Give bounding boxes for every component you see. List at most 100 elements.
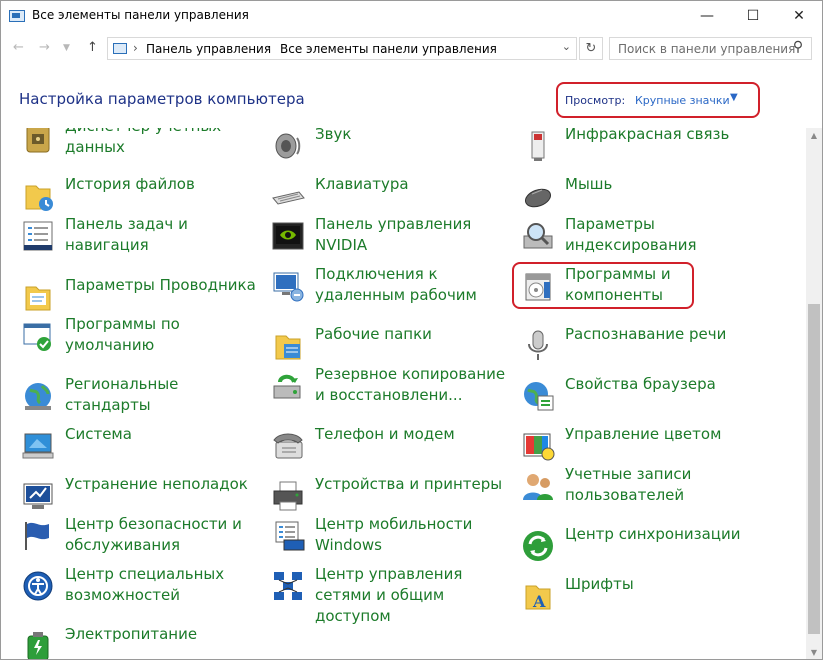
item-infrared[interactable]: Инфракрасная связь (520, 128, 760, 170)
item-region[interactable]: Региональные стандарты (20, 374, 260, 420)
vertical-scrollbar[interactable]: ▲ ▼ (806, 128, 822, 659)
item-label: История файлов (65, 175, 195, 193)
item-system[interactable]: Система (20, 424, 260, 470)
address-bar[interactable]: › Панель управления › Все элементы панел… (107, 37, 577, 60)
search-input[interactable]: Поиск в панели управления ⚲ (609, 37, 812, 60)
scroll-up-icon[interactable]: ▲ (806, 128, 822, 144)
item-phone-modem[interactable]: Телефон и модем (270, 424, 510, 470)
item-taskbar[interactable]: Панель задач и навигация (20, 214, 260, 260)
close-button[interactable]: ✕ (776, 1, 822, 32)
recent-dropdown-icon[interactable]: ▼ (63, 43, 70, 53)
nvidia-icon (270, 218, 306, 254)
credential-manager-icon (20, 128, 56, 156)
item-label: Параметры индексирования (565, 215, 697, 254)
item-sync-center[interactable]: Центр синхронизации (520, 524, 760, 570)
item-label: Программы по умолчанию (65, 315, 180, 354)
item-label: Клавиатура (315, 175, 409, 193)
item-label: Диспетчер учетных данных (65, 128, 221, 156)
item-internet-options[interactable]: Свойства браузера (520, 374, 760, 420)
item-mobility-center[interactable]: Центр мобильности Windows (270, 514, 510, 560)
network-center-icon (270, 568, 306, 604)
item-label: Инфракрасная связь (565, 128, 730, 143)
region-icon (20, 378, 56, 414)
svg-text:A: A (532, 592, 546, 611)
title-bar: Все элементы панели управления — ☐ ✕ (1, 1, 822, 32)
file-history-icon (20, 178, 56, 214)
item-credential-manager[interactable]: Диспетчер учетных данных (20, 128, 260, 162)
item-user-accounts[interactable]: Учетные записи пользователей (520, 464, 760, 510)
item-label: Подключения к удаленным рабочим (315, 265, 477, 304)
scroll-down-icon[interactable]: ▼ (806, 645, 822, 659)
infrared-icon (520, 128, 556, 164)
power-options-icon (20, 628, 56, 659)
item-label: Региональные стандарты (65, 375, 179, 414)
mouse-icon (520, 178, 556, 214)
ease-of-access-icon (20, 568, 56, 604)
item-indexing[interactable]: Параметры индексирования (520, 214, 760, 260)
item-power-options[interactable]: Электропитание (20, 624, 260, 659)
phone-modem-icon (270, 428, 306, 464)
items-grid: Диспетчер учетных данных История файлов … (1, 128, 806, 659)
indexing-icon (520, 218, 556, 254)
item-label: Центр управления сетями и общим доступом (315, 565, 463, 625)
up-icon[interactable]: ↑ (87, 40, 98, 55)
programs-highlight (512, 262, 694, 309)
view-selector-highlight: Просмотр: Крупные значки ▼ (556, 82, 760, 118)
item-remote-desktop[interactable]: Подключения к удаленным рабочим (270, 264, 510, 310)
breadcrumb-control-panel[interactable]: Панель управления (146, 42, 271, 56)
item-fonts[interactable]: A Шрифты (520, 574, 760, 620)
window-title: Все элементы панели управления (32, 8, 249, 22)
chevron-right-icon[interactable]: › (474, 41, 479, 55)
system-icon (20, 428, 56, 464)
control-panel-icon (113, 43, 127, 54)
remote-desktop-icon (270, 268, 306, 304)
work-folders-icon (270, 328, 306, 364)
item-label: Рабочие папки (315, 325, 432, 343)
item-label: Параметры Проводника (65, 276, 256, 294)
keyboard-icon (270, 178, 306, 214)
sync-center-icon (520, 528, 556, 564)
item-backup[interactable]: Резервное копирование и восстановлени... (270, 364, 510, 410)
item-label: Центр специальных возможностей (65, 565, 225, 604)
refresh-button[interactable]: ↻ (579, 37, 603, 60)
microphone-icon (520, 328, 556, 364)
mobility-center-icon (270, 518, 306, 554)
fonts-icon: A (520, 578, 556, 614)
item-nvidia[interactable]: Панель управления NVIDIA (270, 214, 510, 260)
minimize-button[interactable]: — (684, 1, 730, 32)
breadcrumb-all-items[interactable]: Все элементы панели управления (280, 42, 497, 56)
maximize-button[interactable]: ☐ (730, 1, 776, 32)
chevron-right-icon[interactable]: › (266, 41, 271, 55)
item-speech-recognition[interactable]: Распознавание речи (520, 324, 760, 370)
item-label: Центр мобильности Windows (315, 515, 473, 554)
scroll-thumb[interactable] (808, 304, 820, 634)
internet-options-icon (520, 378, 556, 414)
item-default-programs[interactable]: Программы по умолчанию (20, 314, 260, 360)
back-icon[interactable]: ← (13, 40, 24, 55)
item-label: Электропитание (65, 625, 198, 643)
item-security-center[interactable]: Центр безопасности и обслуживания (20, 514, 260, 560)
forward-icon[interactable]: → (39, 40, 50, 55)
item-label: Центр синхронизации (565, 525, 741, 543)
item-label: Панель задач и навигация (65, 215, 188, 254)
view-mode-dropdown[interactable]: Крупные значки (635, 94, 730, 107)
item-ease-of-access[interactable]: Центр специальных возможностей (20, 564, 260, 610)
control-panel-window: Все элементы панели управления — ☐ ✕ ← →… (0, 0, 823, 660)
item-label: Звук (315, 128, 352, 143)
search-icon[interactable]: ⚲ (789, 39, 807, 57)
item-label: Панель управления NVIDIA (315, 215, 472, 254)
control-panel-icon (9, 10, 25, 22)
chevron-right-icon[interactable]: › (133, 41, 138, 55)
item-sound[interactable]: Звук (270, 128, 510, 170)
caret-down-icon[interactable]: ▼ (730, 92, 738, 103)
printer-icon (270, 478, 306, 514)
chevron-down-icon[interactable]: ⌄ (562, 40, 571, 53)
search-placeholder: Поиск в панели управления (618, 42, 796, 56)
backup-icon (270, 368, 306, 404)
security-center-icon (20, 518, 56, 554)
user-accounts-icon (520, 468, 556, 504)
item-label: Шрифты (565, 575, 634, 593)
item-network-center[interactable]: Центр управления сетями и общим доступом (270, 564, 510, 625)
taskbar-icon (20, 218, 56, 254)
explorer-options-icon (20, 279, 56, 315)
